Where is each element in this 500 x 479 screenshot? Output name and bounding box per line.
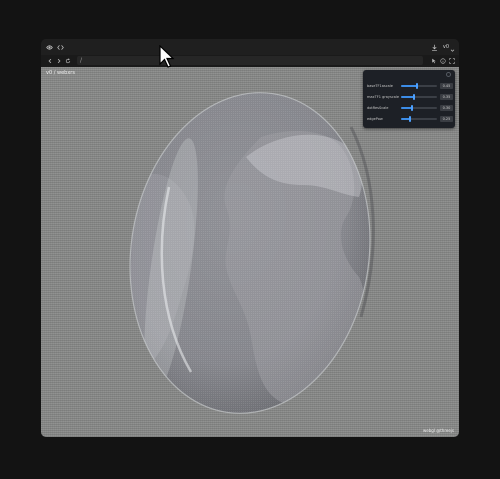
- code-icon[interactable]: [56, 43, 65, 52]
- preview-navbar: /: [41, 55, 459, 67]
- version-selector[interactable]: v0: [443, 39, 455, 57]
- webgl-canvas[interactable]: v0 / webxrs webgl @threejs baseTF1ascale…: [41, 67, 459, 437]
- slider-handle[interactable]: [416, 83, 419, 89]
- slider-fill: [401, 96, 414, 98]
- control-value[interactable]: 0.45: [440, 83, 453, 89]
- chevron-down-icon: [450, 39, 455, 57]
- version-label: v0: [442, 44, 449, 50]
- control-row: baseTF1ascale 0.45: [367, 82, 453, 90]
- viewport-credit: webgl @threejs: [423, 428, 454, 433]
- control-slider[interactable]: [401, 94, 437, 100]
- control-slider[interactable]: [401, 83, 437, 89]
- chevron-right-icon[interactable]: [54, 57, 63, 66]
- pointer-icon[interactable]: [429, 56, 438, 65]
- slider-handle[interactable]: [410, 105, 413, 111]
- control-label: dotResScale: [367, 106, 389, 110]
- close-icon[interactable]: [446, 72, 451, 77]
- screen: v0 / v0 / webxrs webgl @threejs baseTF1a…: [0, 0, 500, 479]
- slider-handle[interactable]: [412, 94, 415, 100]
- preview-toolbar: v0: [41, 39, 459, 55]
- mouse-cursor-icon: [159, 44, 175, 73]
- fullscreen-icon[interactable]: [447, 56, 456, 65]
- info-icon[interactable]: [438, 56, 447, 65]
- viewport-title: v0 / webxrs: [46, 70, 75, 76]
- slider-handle[interactable]: [409, 116, 411, 122]
- slider-fill: [401, 85, 418, 87]
- control-row: dotResScale 0.30: [367, 104, 453, 112]
- control-label: baseTF1ascale: [367, 84, 393, 88]
- control-value[interactable]: 0.25: [440, 116, 453, 122]
- control-label: maxTF1 grayscale: [367, 95, 400, 99]
- refresh-icon[interactable]: [63, 57, 72, 66]
- eye-icon[interactable]: [45, 43, 54, 52]
- control-value[interactable]: 0.30: [440, 105, 453, 111]
- control-slider[interactable]: [401, 105, 437, 111]
- control-row: edgePow 0.25: [367, 115, 453, 123]
- control-slider[interactable]: [401, 116, 437, 122]
- controls-panel: baseTF1ascale 0.45 maxTF1 grayscale 0.35…: [363, 70, 455, 128]
- control-row: maxTF1 grayscale 0.35: [367, 93, 453, 101]
- control-value[interactable]: 0.35: [440, 94, 453, 100]
- preview-window: v0 / v0 / webxrs webgl @threejs baseTF1a…: [41, 39, 459, 437]
- url-field[interactable]: /: [77, 56, 423, 65]
- chevron-left-icon[interactable]: [45, 57, 54, 66]
- download-icon[interactable]: [430, 43, 439, 52]
- panel-header: [363, 70, 455, 80]
- control-label: edgePow: [367, 117, 383, 121]
